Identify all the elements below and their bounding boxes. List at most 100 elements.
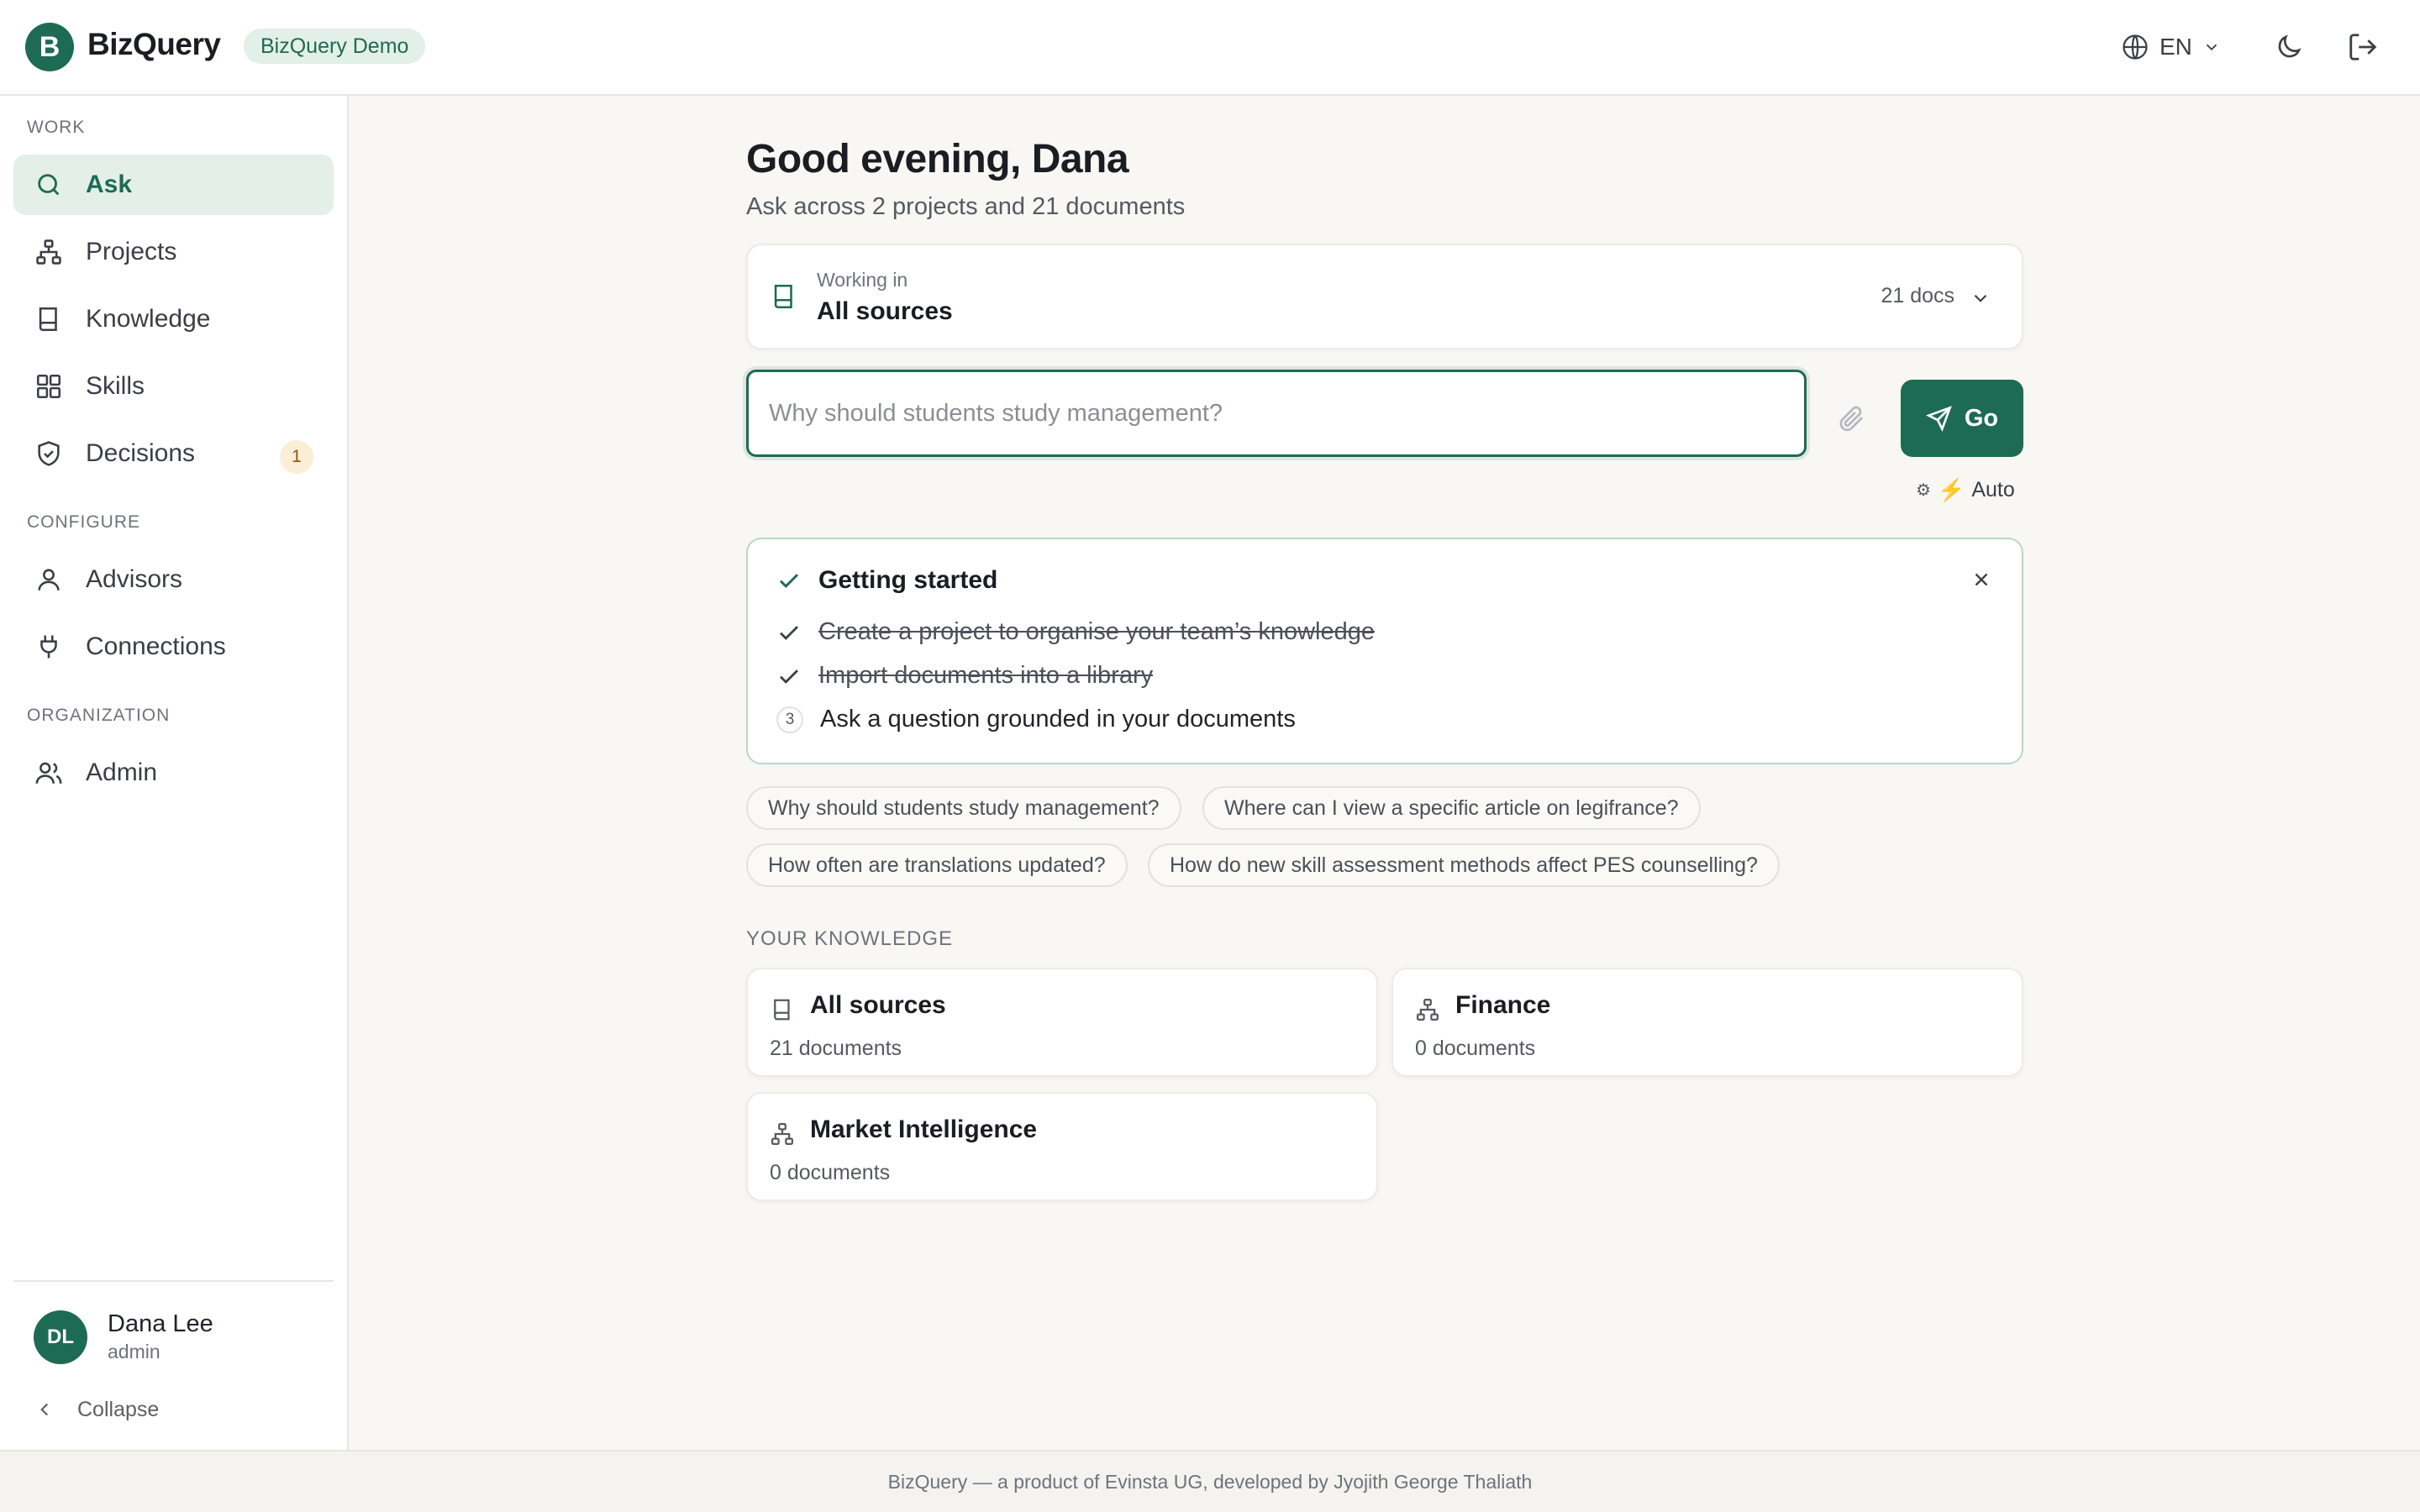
sidebar-item-connections[interactable]: Connections [13,617,334,677]
suggestion-chip[interactable]: Where can I view a specific article on l… [1202,786,1701,830]
knowledge-card-name: Market Intelligence [810,1116,1038,1143]
collapse-sidebar-button[interactable]: Collapse [34,1393,159,1426]
sidebar-item-admin[interactable]: Admin [13,743,334,803]
sidebar-divider [13,1280,334,1282]
moon-icon [2274,32,2304,62]
book-icon [34,304,64,334]
search-icon [34,170,64,200]
hierarchy-icon [770,1121,795,1147]
language-selector[interactable]: EN [2121,29,2221,66]
workspace-badge: BizQuery Demo [244,29,426,64]
close-button[interactable] [1966,564,1996,595]
sidebar-item-knowledge[interactable]: Knowledge [13,289,334,349]
go-button[interactable]: Go [1901,380,2023,457]
attach-button[interactable] [1835,402,1869,435]
app-name: BizQuery [87,27,221,61]
book-icon [770,281,798,312]
logo-mark: B [25,23,74,71]
footer: BizQuery — a product of Evinsta UG, deve… [0,1450,2420,1512]
sidebar-item-label: Decisions [86,439,196,467]
knowledge-card-finance[interactable]: Finance 0 documents [1392,968,2023,1077]
decisions-count-badge: 1 [280,440,313,474]
mode-selector[interactable]: ⚙ ⚡ Auto [1916,475,2015,504]
checklist-step: Create a project to organise your team’s… [776,618,1375,646]
theme-toggle-button[interactable] [2270,29,2307,66]
step-text: Create a project to organise your team’s… [818,618,1376,645]
hierarchy-icon [34,237,64,267]
knowledge-card-name: All sources [810,991,946,1019]
knowledge-card-count: 0 documents [770,1161,891,1184]
scope-doc-count: 21 docs [1881,284,1954,307]
checklist-step: Import documents into a library [776,662,1153,690]
suggestion-chip[interactable]: How often are translations updated? [746,843,1128,887]
knowledge-card-count: 0 documents [1415,1037,1536,1060]
chevron-down-icon [1970,287,1991,309]
check-icon [776,620,802,645]
footer-text: BizQuery — a product of Evinsta UG, deve… [887,1470,1533,1493]
suggestion-chip[interactable]: How do new skill assessment methods affe… [1148,843,1780,887]
sidebar-item-label: Skills [86,372,145,400]
mode-label: Auto [1971,477,2015,501]
sidebar-item-label: Ask [86,171,133,198]
sidebar-item-ask[interactable]: Ask [13,155,334,215]
section-label-configure: CONFIGURE [27,512,140,532]
chevron-down-icon [2202,38,2221,56]
globe-icon [2121,33,2149,61]
getting-started-panel: Getting started Create a project to orga… [746,538,2023,764]
section-label-work: WORK [27,118,86,137]
gear-icon: ⚙ [1916,480,1931,500]
step-text: Import documents into a library [818,662,1154,689]
users-icon [34,758,64,788]
sidebar-item-label: Advisors [86,565,183,593]
top-header: B BizQuery BizQuery Demo EN [0,0,2420,96]
checklist-step[interactable]: 3 Ask a question grounded in your docume… [776,706,1296,733]
sidebar: WORK Ask Projects Knowledge Skills Decis… [0,96,349,1450]
chevron-left-icon [34,1399,55,1420]
step-text: Ask a question grounded in your document… [820,706,1296,732]
plug-icon [34,632,64,662]
sidebar-item-label: Connections [86,633,226,660]
sidebar-item-decisions[interactable]: Decisions 1 [13,423,334,484]
grid-icon [34,371,64,402]
sidebar-item-projects[interactable]: Projects [13,222,334,282]
check-icon [776,568,802,593]
language-label: EN [2160,34,2192,60]
logout-icon [2347,31,2379,63]
step-number: 3 [776,706,803,733]
user-icon [34,564,64,595]
close-icon [1970,569,1992,591]
sidebar-item-skills[interactable]: Skills [13,356,334,417]
scope-value: All sources [817,297,953,325]
bolt-icon: ⚡ [1937,476,1965,502]
ask-input[interactable] [746,370,1807,457]
knowledge-card-name: Finance [1455,991,1551,1019]
getting-started-header: Getting started [776,566,997,595]
knowledge-card-count: 21 documents [770,1037,902,1060]
logout-button[interactable] [2344,29,2381,66]
sidebar-item-advisors[interactable]: Advisors [13,549,334,610]
suggestion-chip[interactable]: Why should students study management? [746,786,1181,830]
knowledge-card-market-intelligence[interactable]: Market Intelligence 0 documents [746,1092,1378,1201]
send-icon [1925,405,1953,432]
page-title: Good evening, Dana [746,137,1129,181]
collapse-label: Collapse [77,1397,160,1421]
scope-selector[interactable]: Working in All sources 21 docs [746,244,2023,349]
book-icon [770,996,795,1023]
knowledge-card-all-sources[interactable]: All sources 21 documents [746,968,1378,1077]
sidebar-item-label: Projects [86,238,177,265]
check-icon [776,664,802,689]
hierarchy-icon [1415,996,1440,1023]
shield-check-icon [34,438,64,469]
sidebar-item-label: Admin [86,759,158,786]
user-name: Dana Lee [108,1310,213,1337]
sidebar-item-label: Knowledge [86,305,211,333]
section-label-organization: ORGANIZATION [27,706,171,725]
scope-caption: Working in [817,269,908,291]
paperclip-icon [1837,403,1867,433]
avatar[interactable]: DL [34,1310,87,1364]
go-label: Go [1964,404,1999,432]
getting-started-title: Getting started [818,566,998,594]
knowledge-section-label: YOUR KNOWLEDGE [746,927,954,950]
page-subtitle: Ask across 2 projects and 21 documents [746,193,1186,220]
user-role: admin [108,1341,160,1362]
